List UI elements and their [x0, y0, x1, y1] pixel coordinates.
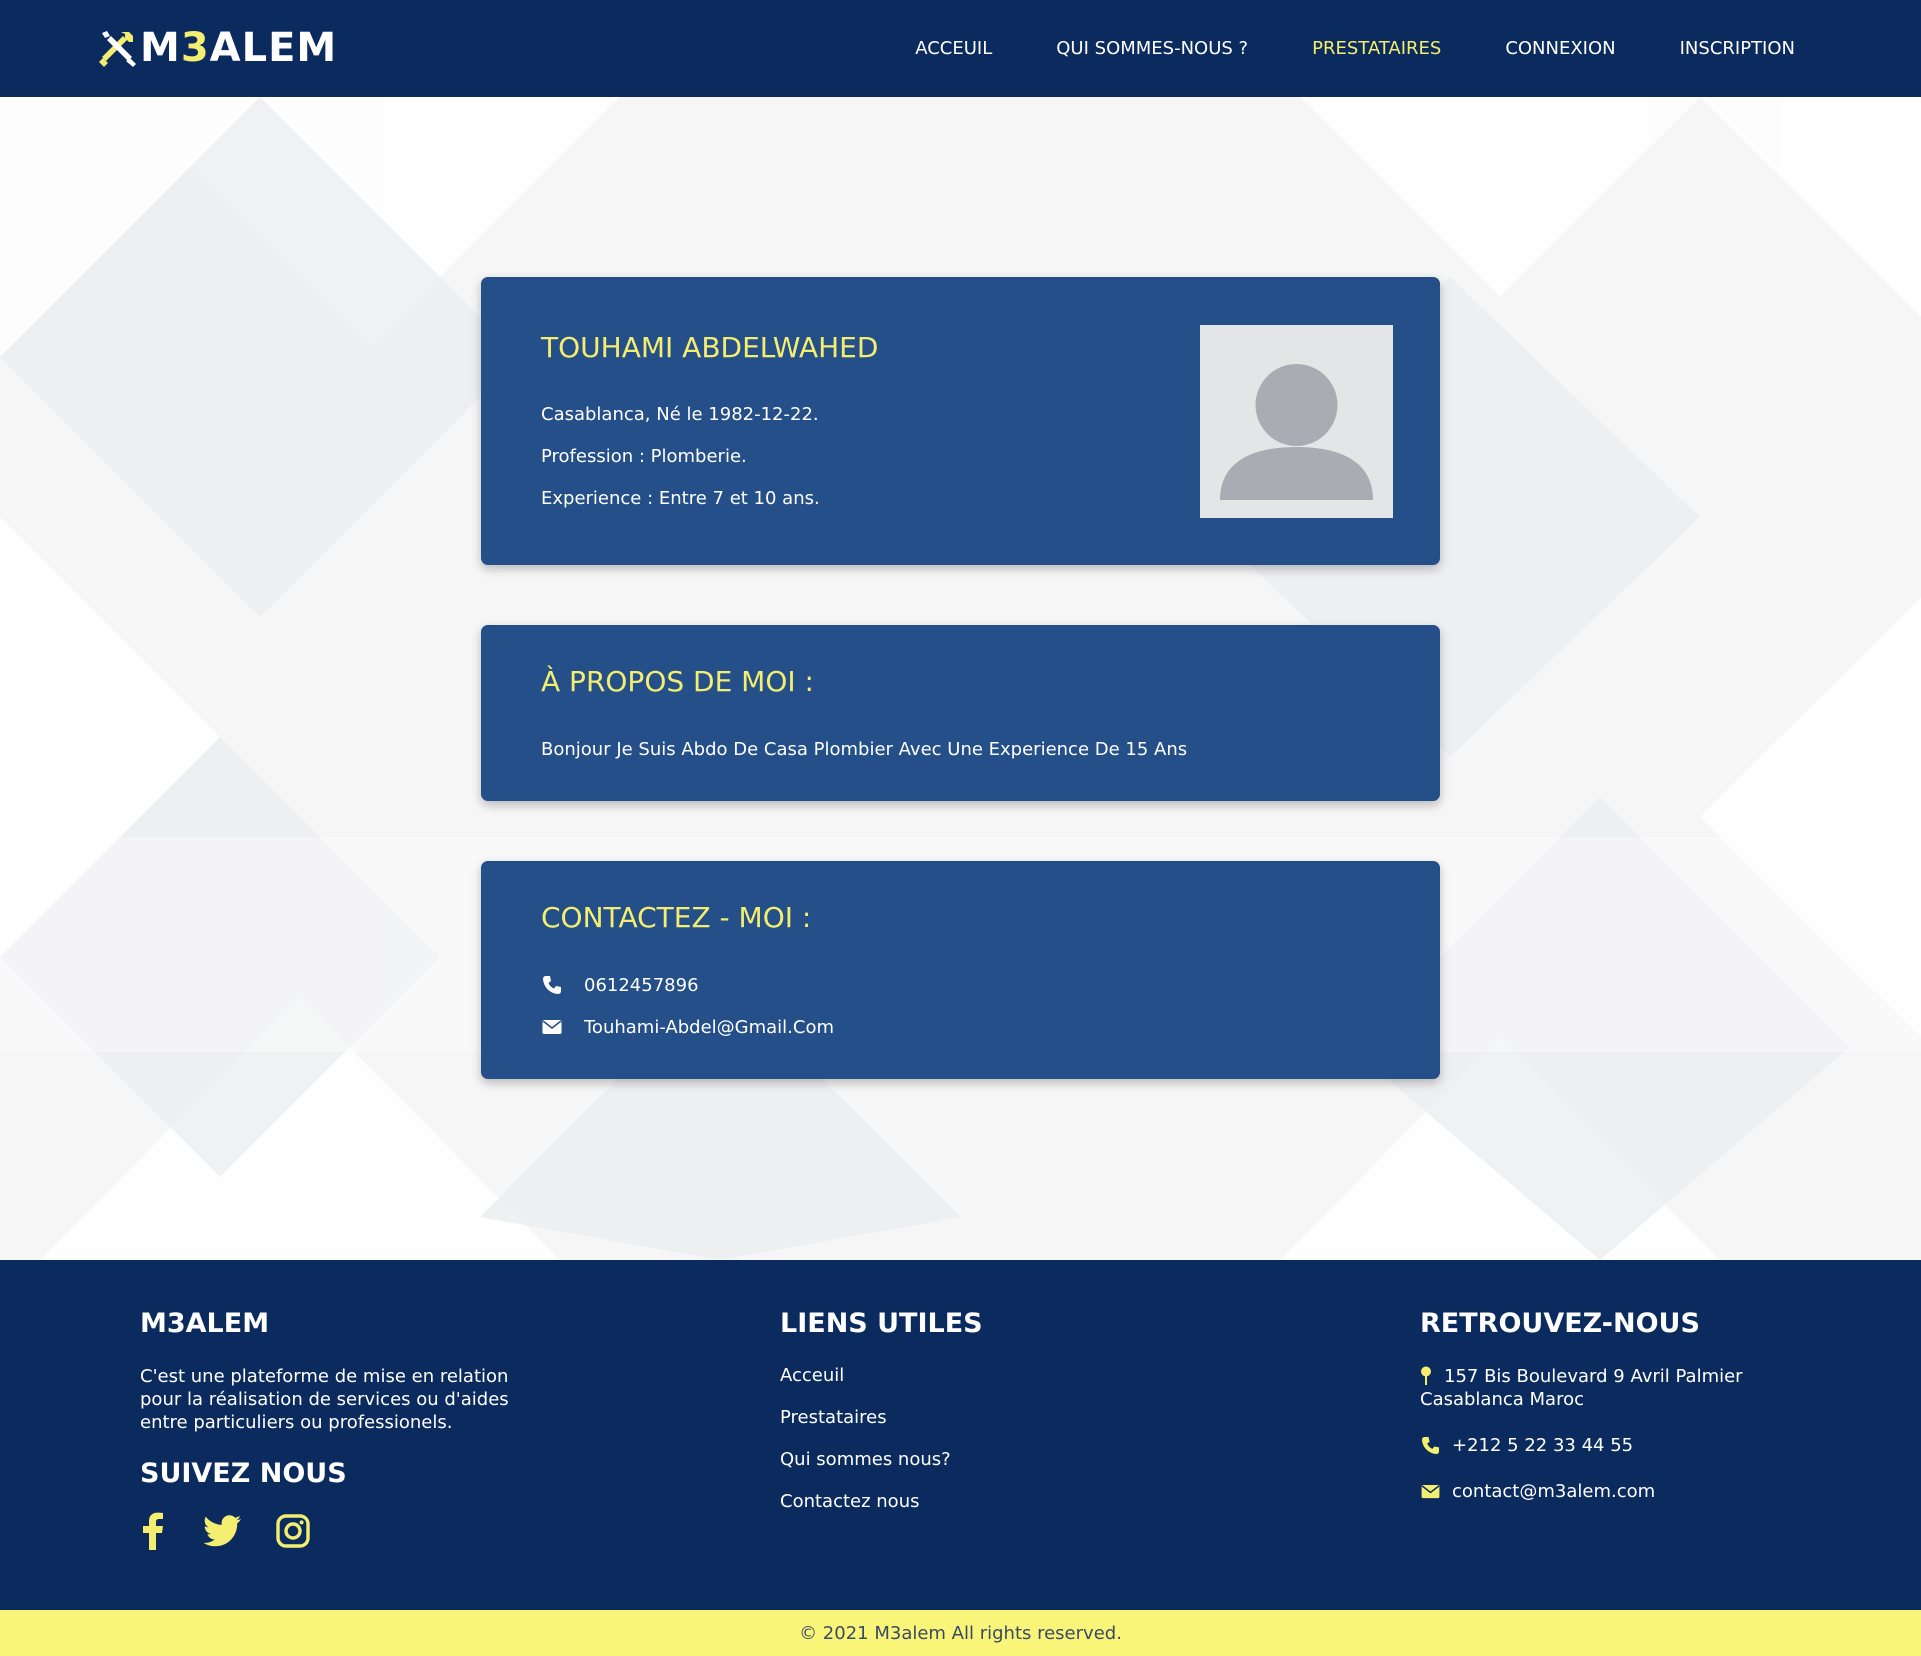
- footer-link-qui-sommes-nous[interactable]: Qui sommes nous?: [780, 1449, 951, 1470]
- nav-acceuil[interactable]: ACCEUIL: [915, 38, 992, 59]
- footer-link-acceuil[interactable]: Acceuil: [780, 1365, 844, 1386]
- footer-link-prestataires[interactable]: Prestataires: [780, 1407, 887, 1428]
- nav-prestataires[interactable]: PRESTATAIRES: [1312, 38, 1441, 59]
- avatar: [1200, 325, 1393, 518]
- profile-profession: Profession : Plomberie.: [541, 446, 747, 467]
- footer-about-line-3: entre particuliers ou professionels.: [140, 1412, 453, 1433]
- nav-qui-sommes-nous[interactable]: QUI SOMMES-NOUS ?: [1056, 38, 1248, 59]
- twitter-icon[interactable]: [204, 1512, 242, 1550]
- profile-name: TOUHAMI ABDELWAHED: [541, 331, 879, 364]
- site-footer: M3ALEM C'est une plateforme de mise en r…: [0, 1260, 1921, 1610]
- main-nav: ACCEUIL QUI SOMMES-NOUS ? PRESTATAIRES C…: [915, 0, 1795, 97]
- contact-phone[interactable]: 0612457896: [584, 975, 699, 996]
- envelope-icon: [1420, 1480, 1440, 1502]
- profile-experience: Experience : Entre 7 et 10 ans.: [541, 488, 820, 509]
- profile-card: TOUHAMI ABDELWAHED Casablanca, Né le 198…: [481, 277, 1440, 565]
- contact-email[interactable]: Touhami-Abdel@Gmail.Com: [584, 1017, 834, 1038]
- footer-find-title: RETROUVEZ-NOUS: [1420, 1308, 1700, 1339]
- contact-title: CONTACTEZ - MOI :: [541, 901, 812, 934]
- nav-connexion[interactable]: CONNEXION: [1505, 38, 1615, 59]
- user-placeholder-icon: [1220, 364, 1373, 500]
- profile-section: TOUHAMI ABDELWAHED Casablanca, Né le 198…: [0, 97, 1921, 1260]
- footer-email[interactable]: contact@m3alem.com: [1452, 1480, 1655, 1503]
- logo-suffix: ALEM: [209, 25, 338, 71]
- social-links: [134, 1512, 312, 1550]
- footer-follow-title: SUIVEZ NOUS: [140, 1458, 347, 1489]
- footer-address-row: 157 Bis Boulevard 9 Avril Palmier Casabl…: [1420, 1365, 1743, 1411]
- footer-phone[interactable]: +212 5 22 33 44 55: [1452, 1434, 1633, 1457]
- phone-icon: [541, 974, 563, 996]
- footer-address-line-1: 157 Bis Boulevard 9 Avril Palmier: [1444, 1366, 1743, 1387]
- top-navbar: M3ALEM ACCEUIL QUI SOMMES-NOUS ? PRESTAT…: [0, 0, 1921, 97]
- footer-links-title: LIENS UTILES: [780, 1308, 983, 1339]
- about-card: À PROPOS DE MOI : Bonjour Je Suis Abdo D…: [481, 625, 1440, 801]
- tools-icon: [99, 31, 136, 67]
- footer-about-title: M3ALEM: [140, 1308, 270, 1339]
- instagram-icon[interactable]: [274, 1512, 312, 1550]
- footer-about-line-2: pour la réalisation de services ou d'aid…: [140, 1389, 509, 1410]
- footer-phone-row: +212 5 22 33 44 55: [1420, 1434, 1633, 1457]
- logo-wordmark: M3ALEM: [140, 25, 337, 71]
- map-pin-icon: [1420, 1365, 1432, 1387]
- contact-card: CONTACTEZ - MOI : 0612457896 Touhami-Abd…: [481, 861, 1440, 1079]
- about-title: À PROPOS DE MOI :: [541, 665, 814, 698]
- facebook-icon[interactable]: [134, 1512, 172, 1550]
- about-text: Bonjour Je Suis Abdo De Casa Plombier Av…: [541, 739, 1188, 760]
- site-logo[interactable]: M3ALEM: [96, 24, 337, 72]
- phone-icon: [1420, 1434, 1440, 1456]
- footer-link-contactez-nous[interactable]: Contactez nous: [780, 1491, 919, 1512]
- nav-inscription[interactable]: INSCRIPTION: [1680, 38, 1795, 59]
- envelope-icon: [541, 1016, 563, 1038]
- contact-phone-row: 0612457896: [541, 974, 699, 996]
- contact-email-row: Touhami-Abdel@Gmail.Com: [541, 1016, 834, 1038]
- copyright-text: © 2021 M3alem All rights reserved.: [799, 1622, 1122, 1644]
- profile-birth: Casablanca, Né le 1982-12-22.: [541, 404, 819, 425]
- footer-address-line-2: Casablanca Maroc: [1420, 1389, 1584, 1410]
- logo-accent: 3: [180, 25, 210, 71]
- logo-prefix: M: [140, 25, 181, 71]
- footer-email-row: contact@m3alem.com: [1420, 1480, 1655, 1503]
- copyright-bar: © 2021 M3alem All rights reserved.: [0, 1610, 1921, 1656]
- footer-about-line-1: C'est une plateforme de mise en relation: [140, 1366, 509, 1387]
